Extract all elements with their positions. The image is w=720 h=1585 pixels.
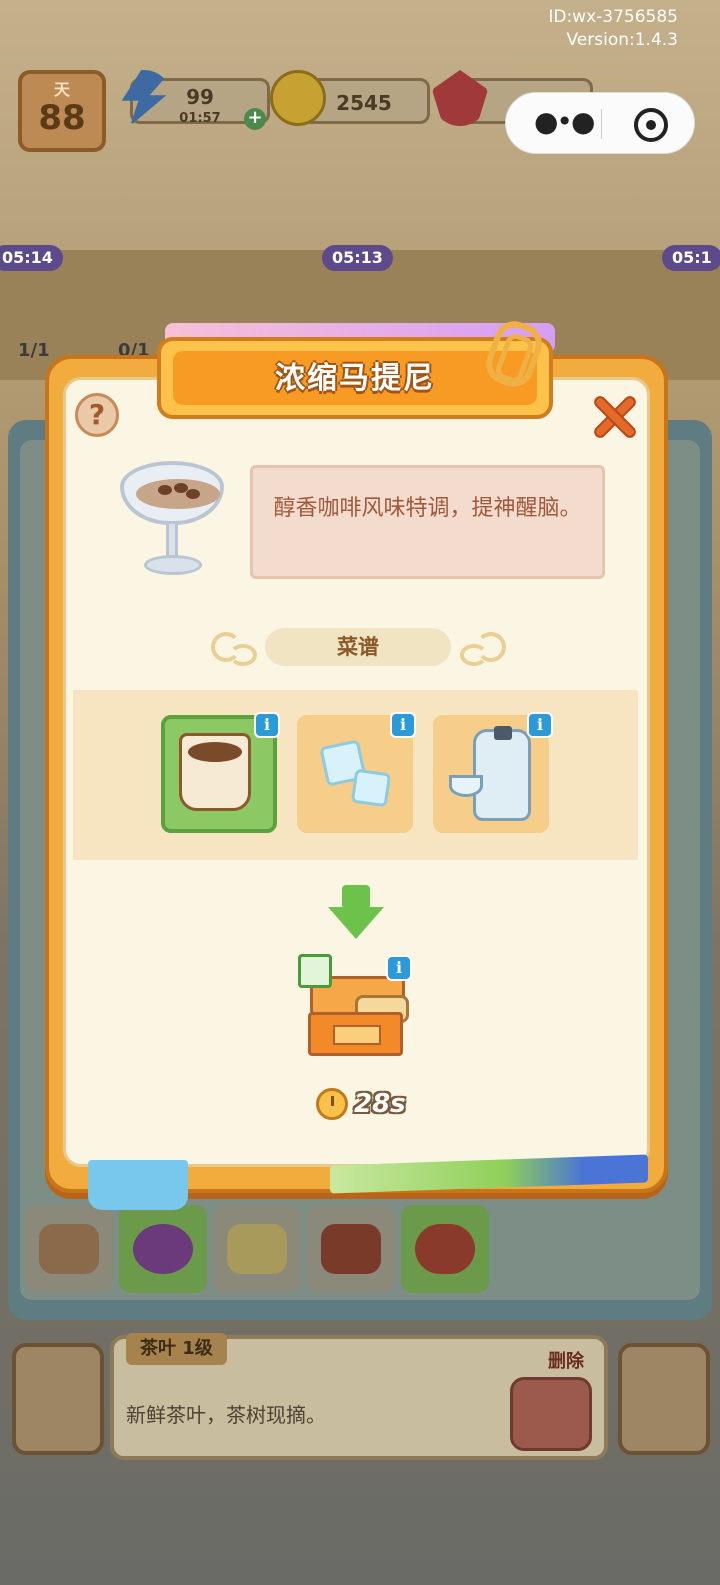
delete-label: 删除 (548, 1351, 584, 1372)
hammer-button[interactable] (12, 1343, 104, 1455)
item-description: 新鲜茶叶，茶树现摘。 (126, 1403, 326, 1427)
close-icon[interactable] (589, 392, 639, 442)
order-timer-badge: 05:14 (0, 245, 63, 271)
trash-button[interactable] (510, 1377, 592, 1451)
grapes-icon (133, 1224, 193, 1274)
day-counter: 天 88 (18, 70, 106, 152)
capsule-divider (601, 109, 602, 139)
item-info-panel: 茶叶 1级 新鲜茶叶，茶树现摘。 删除 (110, 1333, 608, 1460)
day-label: 天 (53, 80, 70, 99)
item-level-tag: 茶叶 1级 (126, 1333, 227, 1365)
display-case-icon (39, 1224, 99, 1274)
swirl-ornament-icon (205, 628, 257, 666)
sausage-icon (415, 1224, 475, 1274)
espresso-martini-icon (118, 455, 228, 585)
ice-cube-icon (350, 768, 392, 808)
add-energy-button[interactable]: + (244, 108, 266, 130)
board-slot[interactable] (119, 1205, 207, 1293)
board-slot[interactable] (213, 1205, 301, 1293)
shop-button[interactable] (618, 1343, 710, 1455)
arrow-down-icon (328, 885, 384, 943)
order-timer-badge: 05:1 (662, 245, 720, 271)
cook-time: 28s (354, 1089, 406, 1119)
board-slot[interactable] (401, 1205, 489, 1293)
more-menu-icon[interactable]: ●•● (534, 107, 595, 137)
day-value: 88 (38, 98, 86, 138)
board-bottom-row (25, 1205, 489, 1293)
tray-count: 1/1 (18, 340, 50, 361)
station-info-button[interactable]: i (386, 955, 412, 981)
close-miniprogram-icon[interactable] (634, 108, 668, 142)
build-id-text: ID:wx-3756585 (548, 7, 678, 27)
stopwatch-icon (316, 1088, 348, 1120)
build-info: ID:wx-3756585 Version:1.4.3 (548, 6, 678, 52)
product-description: 醇香咖啡风味特调，提神醒脑。 (273, 496, 582, 521)
meat-icon (321, 1224, 381, 1274)
blue-tape-decoration (88, 1160, 188, 1210)
cook-time-row: 28s (316, 1086, 406, 1122)
ingredient-info-button[interactable]: i (254, 712, 280, 738)
board-slot[interactable] (25, 1205, 113, 1293)
board-slot[interactable] (307, 1205, 395, 1293)
coin-icon (270, 70, 326, 126)
order-timer-badge: 05:13 (322, 245, 393, 271)
ingredient-info-button[interactable]: i (527, 712, 553, 738)
hourglass-icon (298, 954, 332, 988)
version-text: Version:1.4.3 (566, 30, 679, 50)
miniprogram-capsule: ●•● (505, 92, 695, 154)
recipe-heading: 菜谱 (265, 628, 451, 666)
coffee-cup-icon (179, 733, 251, 811)
item-info-bar: 茶叶 1级 新鲜茶叶，茶树现摘。 删除 (10, 1333, 710, 1465)
description-card: 醇香咖啡风味特调，提神醒脑。 (250, 465, 605, 579)
ingredient-info-button[interactable]: i (390, 712, 416, 738)
swirl-ornament-icon (462, 628, 512, 664)
martini-glass-icon (449, 775, 483, 797)
help-button[interactable]: ? (75, 393, 119, 437)
juicer-icon (227, 1224, 287, 1274)
